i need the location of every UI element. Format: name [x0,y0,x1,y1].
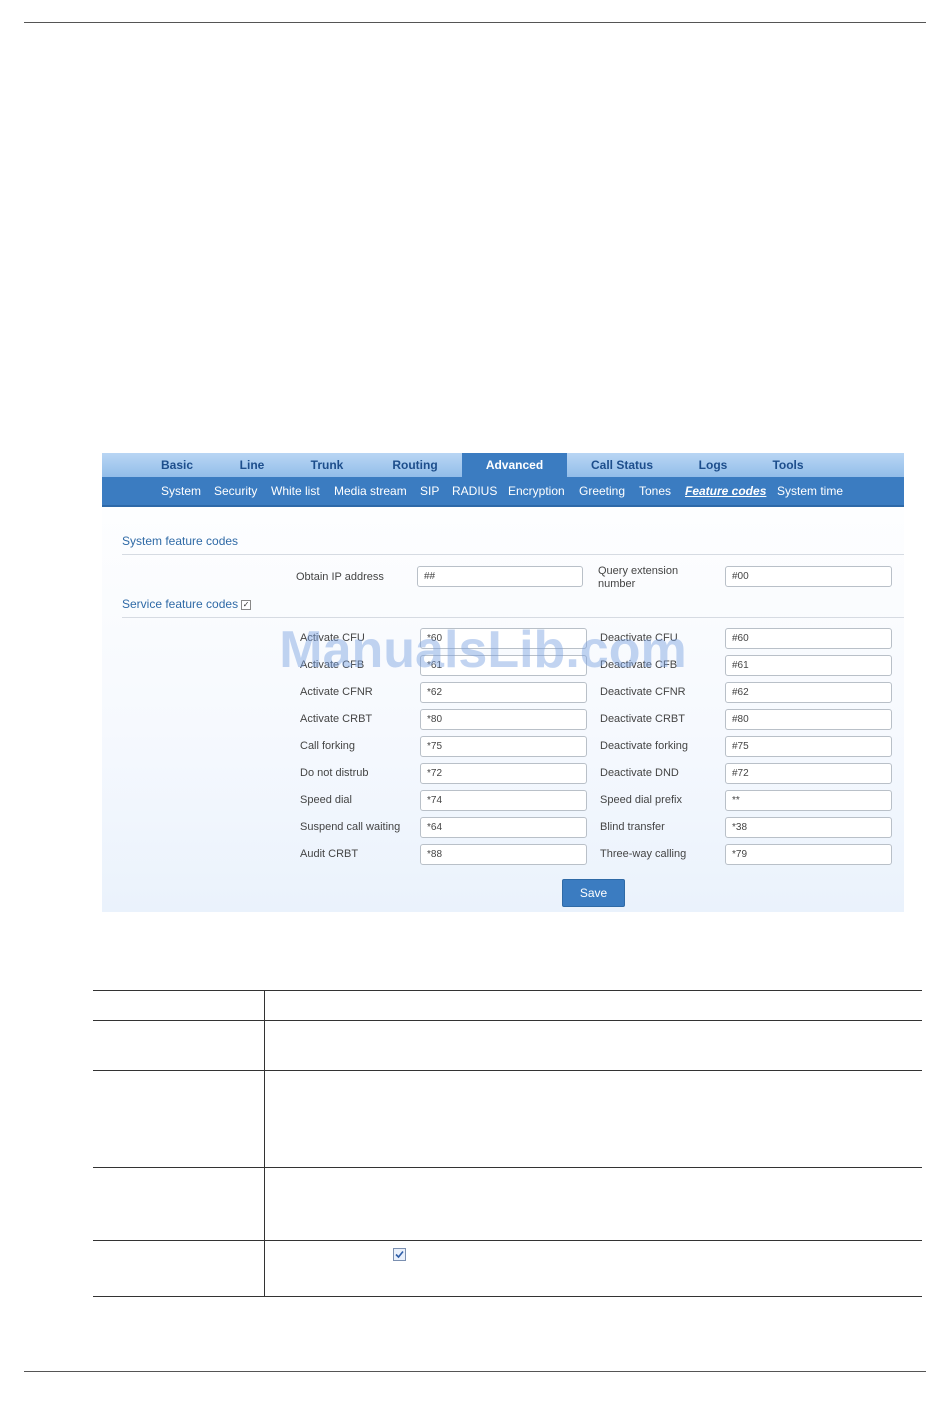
row-label-left: Activate CFU [300,632,365,644]
tab-basic[interactable]: Basic [146,453,208,477]
subtab-sip[interactable]: SIP [420,477,439,505]
code-input-right[interactable]: #62 [725,682,892,703]
tab-trunk[interactable]: Trunk [298,453,356,477]
service-feature-codes-title: Service feature codes ✓ [122,597,252,611]
subtab-system[interactable]: System [161,477,201,505]
obtain-ip-label: Obtain IP address [296,571,384,583]
system-feature-codes-title: System feature codes [122,534,239,548]
query-extension-label: Query extension number [598,565,678,591]
parameter-table [93,990,922,1297]
row-label-left: Call forking [300,740,356,752]
code-input-left[interactable]: *60 [420,628,587,649]
code-input-left[interactable]: *61 [420,655,587,676]
table-rule [93,990,922,991]
row-label-right: Deactivate CFNR [600,686,686,698]
section-divider [122,617,904,618]
subtab-security[interactable]: Security [214,477,257,505]
code-input-right[interactable]: #80 [725,709,892,730]
subtab-media-stream[interactable]: Media stream [334,477,407,505]
table-rule [93,1070,922,1071]
subtab-tones[interactable]: Tones [639,477,671,505]
page-top-rule [24,22,926,23]
code-input-right[interactable]: #61 [725,655,892,676]
query-extension-label-line1: Query extension [598,565,679,577]
checkbox-checked-icon [393,1248,406,1261]
row-label-left: Activate CFB [300,659,365,671]
code-input-left[interactable]: *74 [420,790,587,811]
subtab-feature-codes[interactable]: Feature codes [685,477,766,505]
row-label-left: Audit CRBT [300,848,359,860]
table-rule [93,1167,922,1168]
tab-routing[interactable]: Routing [380,453,450,477]
row-label-left: Suspend call waiting [300,821,401,833]
tab-call-status[interactable]: Call Status [578,453,666,477]
tab-advanced[interactable]: Advanced [462,453,567,477]
save-button[interactable]: Save [562,879,625,907]
table-rule [93,1020,922,1021]
row-label-left: Speed dial [300,794,352,806]
row-label-right: Deactivate CFB [600,659,678,671]
subtab-encryption[interactable]: Encryption [508,477,565,505]
code-input-left[interactable]: *80 [420,709,587,730]
section-divider [122,554,904,555]
page-bottom-rule [24,1371,926,1372]
row-label-right: Speed dial prefix [600,794,682,806]
code-input-right[interactable]: #60 [725,628,892,649]
query-extension-label-line2: number [598,578,636,590]
table-rule [93,1296,922,1297]
row-label-right: Deactivate DND [600,767,679,779]
feature-codes-content: System feature codes Obtain IP address #… [102,507,904,912]
service-feature-codes-label: Service feature codes [122,597,239,611]
code-input-left[interactable]: *72 [420,763,587,784]
web-ui-screenshot: Basic Line Trunk Routing Advanced Call S… [102,453,904,912]
row-label-right: Deactivate CFU [600,632,678,644]
obtain-ip-input[interactable]: ## [417,566,583,587]
table-column-divider [264,990,265,1297]
code-input-left[interactable]: *75 [420,736,587,757]
row-label-right: Blind transfer [600,821,665,833]
code-input-left[interactable]: *62 [420,682,587,703]
service-feature-codes-checkbox[interactable]: ✓ [241,599,252,610]
query-extension-input[interactable]: #00 [725,566,892,587]
code-input-right[interactable]: #75 [725,736,892,757]
code-input-right[interactable]: ** [725,790,892,811]
code-input-right[interactable]: #72 [725,763,892,784]
code-input-left[interactable]: *88 [420,844,587,865]
tab-logs[interactable]: Logs [688,453,738,477]
code-input-right[interactable]: *79 [725,844,892,865]
row-label-left: Activate CFNR [300,686,373,698]
subtab-system-time[interactable]: System time [777,477,843,505]
tab-line[interactable]: Line [226,453,278,477]
subtab-greeting[interactable]: Greeting [579,477,625,505]
row-label-right: Deactivate CRBT [600,713,685,725]
row-label-right: Deactivate forking [600,740,689,752]
row-label-left: Do not distrub [300,767,369,779]
top-navigation: Basic Line Trunk Routing Advanced Call S… [102,453,904,477]
sub-navigation: System Security White list Media stream … [102,477,904,507]
subtab-radius[interactable]: RADIUS [452,477,497,505]
table-rule [93,1240,922,1241]
code-input-right[interactable]: *38 [725,817,892,838]
code-input-left[interactable]: *64 [420,817,587,838]
subtab-white-list[interactable]: White list [271,477,320,505]
tab-tools[interactable]: Tools [762,453,814,477]
row-label-right: Three-way calling [600,848,687,860]
row-label-left: Activate CRBT [300,713,373,725]
